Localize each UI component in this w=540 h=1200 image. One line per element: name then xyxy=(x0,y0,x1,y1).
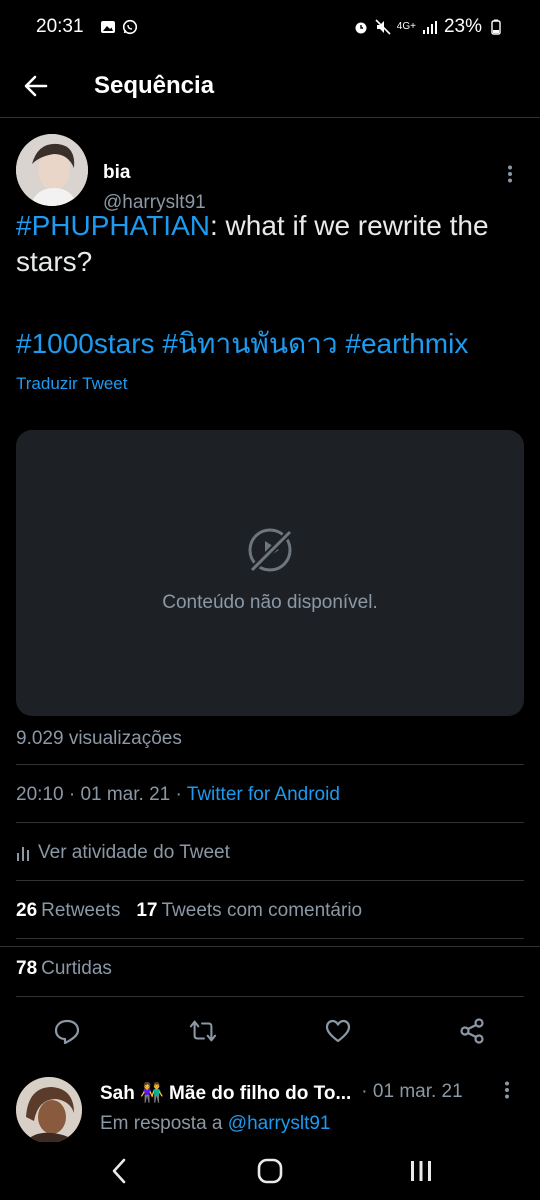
tweet-meta: 20:10 · 01 mar. 21 · Twitter for Android xyxy=(16,784,340,806)
activity-label: Ver atividade do Tweet xyxy=(38,842,230,863)
reply-more-button[interactable] xyxy=(504,1081,518,1101)
view-count: 9.029 visualizações xyxy=(16,728,182,749)
retweets-count: 26 xyxy=(16,900,38,921)
tweet-text: #PHUPHATIAN: what if we rewrite the star… xyxy=(16,208,524,280)
avatar[interactable] xyxy=(16,134,88,206)
recents-nav-icon xyxy=(411,1161,431,1181)
divider xyxy=(16,764,524,765)
more-vertical-icon xyxy=(508,165,512,183)
reply-header: Sah 👫 Mãe do filho do To... · 01 mar. 21 xyxy=(100,1081,520,1105)
hashtag-link[interactable]: #PHUPHATIAN xyxy=(16,210,210,241)
back-button[interactable] xyxy=(0,54,72,118)
author-name[interactable]: bia xyxy=(103,162,130,184)
tweet-time: 20:10 xyxy=(16,784,64,805)
retweets-stat[interactable]: 26 Retweets xyxy=(16,900,120,922)
video-unavailable-icon xyxy=(248,528,293,573)
reply-date: · 01 mar. 21 xyxy=(361,1081,463,1102)
avatar-image xyxy=(16,1077,82,1142)
status-time: 20:31 xyxy=(36,16,84,37)
avatar[interactable] xyxy=(16,1077,82,1142)
signal-icon xyxy=(422,21,437,34)
divider xyxy=(16,938,524,939)
tweet-hashtags: #1000stars #นิทานพันดาว #earthmix xyxy=(16,326,524,362)
translate-tweet-link[interactable]: Traduzir Tweet xyxy=(16,374,128,394)
arrow-left-icon xyxy=(24,75,48,96)
quotes-stat[interactable]: 17 Tweets com comentário xyxy=(136,900,362,922)
tweet-date: 01 mar. 21 xyxy=(80,784,171,805)
media-placeholder: Conteúdo não disponível. xyxy=(16,430,524,716)
divider xyxy=(16,880,524,881)
hashtag-link[interactable]: #earthmix xyxy=(345,328,468,359)
nav-back-button[interactable] xyxy=(102,1154,136,1188)
page-title: Sequência xyxy=(94,71,215,99)
reply-tweet[interactable]: Sah 👫 Mãe do filho do To... · 01 mar. 21… xyxy=(0,946,540,1142)
engagement-stats: 26 Retweets 17 Tweets com comentário xyxy=(16,900,362,922)
avatar-image xyxy=(16,134,88,206)
tweet-author: bia @harryslt91 xyxy=(16,134,524,213)
media-unavailable-text: Conteúdo não disponível. xyxy=(162,592,378,613)
system-nav-bar xyxy=(0,1142,540,1200)
quotes-label: Tweets com comentário xyxy=(161,900,363,921)
replying-to-handle[interactable]: @harryslt91 xyxy=(228,1113,331,1134)
nav-home-button[interactable] xyxy=(253,1154,287,1188)
tweet-activity-link[interactable]: Ver atividade do Tweet xyxy=(16,842,230,864)
hashtag-link[interactable]: #1000stars xyxy=(16,328,155,359)
battery-icon xyxy=(491,19,501,35)
battery-percent: 23% xyxy=(443,16,482,37)
separator-dot: · xyxy=(175,784,187,805)
retweets-label: Retweets xyxy=(41,900,121,921)
replying-to: Em resposta a @harryslt91 xyxy=(100,1113,331,1135)
tweet-source-link[interactable]: Twitter for Android xyxy=(187,784,340,805)
hashtag-link[interactable]: #นิทานพันดาว xyxy=(162,328,337,359)
back-nav-icon xyxy=(112,1158,126,1184)
gallery-icon xyxy=(100,21,115,33)
mute-icon xyxy=(375,19,391,35)
status-bar: 20:31 4G+ 23% xyxy=(0,0,540,54)
nav-recents-button[interactable] xyxy=(404,1154,438,1188)
home-nav-icon xyxy=(257,1158,283,1184)
reply-author-name[interactable]: Sah 👫 Mãe do filho do To... xyxy=(100,1081,351,1105)
whatsapp-icon xyxy=(122,19,137,35)
replying-prefix: Em resposta a xyxy=(100,1113,228,1134)
divider xyxy=(16,822,524,823)
network-type: 4G+ xyxy=(396,21,416,32)
top-app-bar: Sequência xyxy=(0,54,540,118)
separator-dot: · xyxy=(68,784,81,805)
more-vertical-icon xyxy=(505,1081,509,1099)
tweet-more-button[interactable] xyxy=(500,164,520,184)
alarm-icon xyxy=(355,22,367,34)
quotes-count: 17 xyxy=(136,900,158,921)
analytics-icon xyxy=(17,847,29,861)
